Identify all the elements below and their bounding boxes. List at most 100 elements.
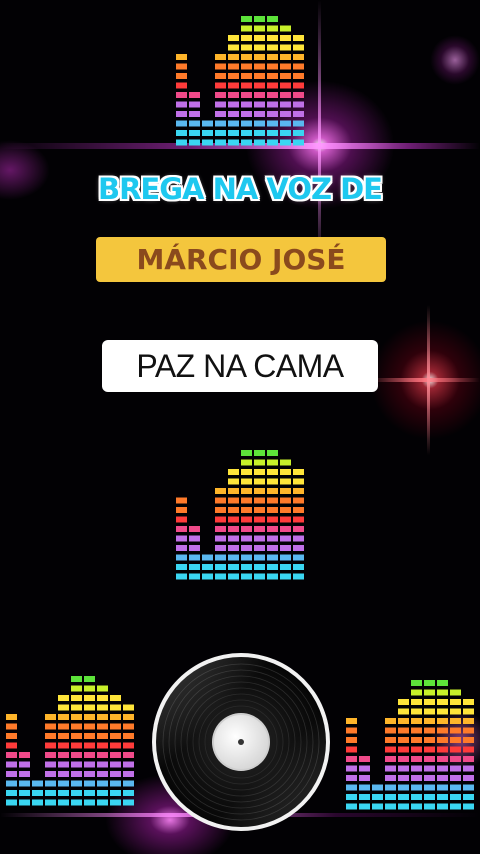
eq-segment [45, 790, 56, 796]
eq-segment [293, 564, 304, 570]
eq-segment [189, 120, 200, 127]
pink-flare-vertical [318, 0, 321, 260]
eq-segment [293, 469, 304, 475]
eq-segment [359, 803, 370, 810]
eq-segment [176, 54, 187, 60]
eq-segment [280, 111, 291, 117]
eq-segment [293, 573, 304, 580]
eq-segment [6, 780, 17, 787]
eq-segment [450, 756, 461, 762]
eq-segment [241, 73, 252, 79]
eq-segment [6, 714, 17, 720]
eq-segment [411, 718, 422, 724]
song-title: PAZ NA CAMA [136, 347, 344, 384]
eq-segment [215, 573, 226, 580]
eq-segment [267, 101, 278, 108]
eq-segment [123, 752, 134, 758]
eq-segment [241, 516, 252, 523]
eq-segment [411, 784, 422, 791]
eq-segment [385, 803, 396, 810]
eq-segment [228, 139, 239, 146]
eq-segment [254, 139, 265, 146]
eq-segment [58, 799, 69, 806]
eq-segment [202, 554, 213, 561]
eq-segment [267, 130, 278, 136]
eq-segment [241, 526, 252, 532]
eq-segment [267, 73, 278, 79]
eq-segment [241, 545, 252, 551]
eq-segment [280, 526, 291, 532]
eq-segment [45, 723, 56, 730]
eq-segment [411, 803, 422, 810]
equalizer-bottom-right [346, 680, 476, 816]
eq-segment [228, 130, 239, 136]
eq-segment [437, 803, 448, 810]
eq-segment [398, 775, 409, 781]
eq-segment [450, 708, 461, 715]
eq-segment [346, 775, 357, 781]
eq-segment [97, 780, 108, 787]
eq-segment [84, 733, 95, 739]
eq-segment [215, 120, 226, 127]
eq-segment [293, 101, 304, 108]
eq-segment [424, 708, 435, 715]
eq-segment [254, 545, 265, 551]
headline: BREGA NA VOZ DE [98, 172, 383, 206]
eq-segment [84, 676, 95, 682]
eq-segment [202, 120, 213, 127]
eq-segment [437, 746, 448, 753]
eq-segment [293, 526, 304, 532]
eq-segment [346, 756, 357, 762]
eq-segment [398, 784, 409, 791]
eq-segment [123, 799, 134, 806]
eq-segment [437, 775, 448, 781]
equalizer-bottom-left [6, 676, 136, 812]
eq-segment [123, 733, 134, 739]
eq-segment [267, 564, 278, 570]
eq-segment [254, 92, 265, 98]
eq-segment [215, 139, 226, 146]
eq-segment [385, 737, 396, 743]
eq-segment [58, 723, 69, 730]
eq-segment [228, 120, 239, 127]
eq-segment [19, 790, 30, 796]
eq-segment [424, 746, 435, 753]
eq-segment [450, 775, 461, 781]
eq-segment [372, 784, 383, 791]
eq-segment [424, 718, 435, 724]
eq-segment [215, 130, 226, 136]
eq-segment [45, 761, 56, 768]
eq-segment [254, 16, 265, 22]
eq-segment [215, 54, 226, 60]
eq-segment [398, 727, 409, 734]
eq-segment [280, 516, 291, 523]
eq-segment [84, 695, 95, 701]
eq-segment [19, 771, 30, 777]
eq-segment [228, 573, 239, 580]
eq-segment [84, 790, 95, 796]
eq-segment [293, 478, 304, 485]
eq-segment [58, 742, 69, 749]
eq-segment [254, 35, 265, 41]
eq-segment [254, 507, 265, 513]
eq-segment [463, 708, 474, 715]
eq-segment [123, 714, 134, 720]
eq-segment [110, 733, 121, 739]
eq-segment [241, 478, 252, 485]
eq-segment [267, 478, 278, 485]
eq-segment [241, 101, 252, 108]
eq-segment [411, 708, 422, 715]
eq-segment [123, 704, 134, 711]
eq-segment [293, 516, 304, 523]
eq-segment [398, 765, 409, 772]
eq-segment [267, 535, 278, 542]
eq-segment [241, 63, 252, 70]
eq-segment [280, 82, 291, 89]
eq-segment [71, 685, 82, 692]
eq-segment [97, 752, 108, 758]
eq-segment [437, 784, 448, 791]
eq-segment [176, 120, 187, 127]
eq-segment [6, 799, 17, 806]
eq-segment [19, 780, 30, 787]
eq-segment [267, 507, 278, 513]
